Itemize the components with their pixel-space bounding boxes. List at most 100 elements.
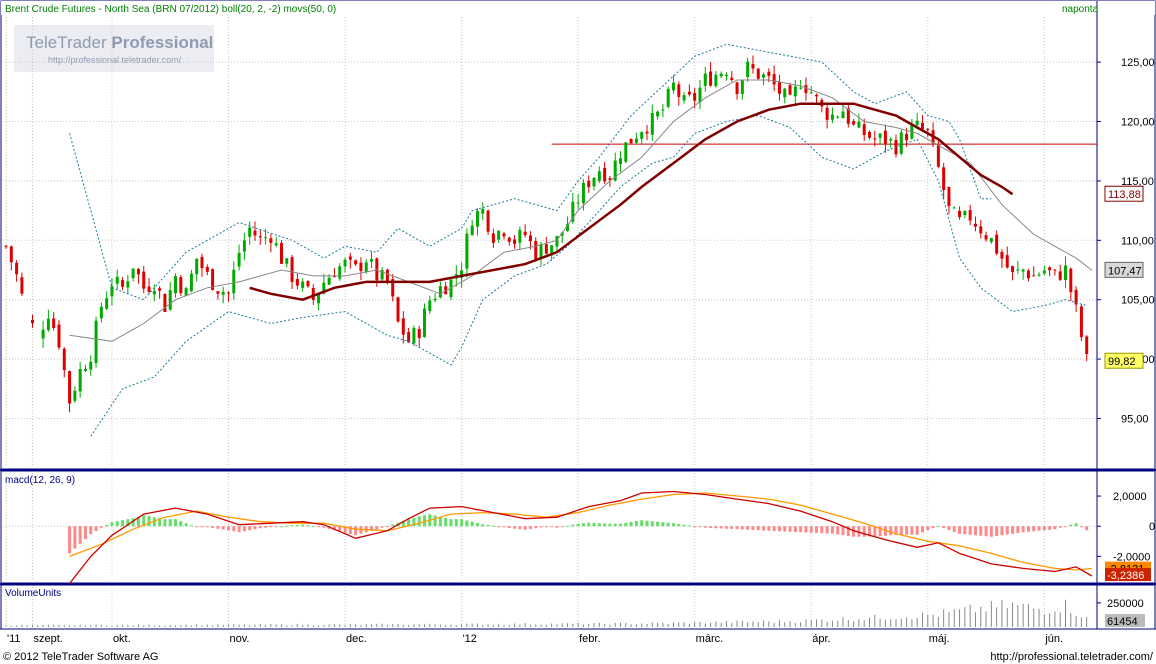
macd-histogram-negative: [809, 526, 813, 533]
chart-title: Brent Crude Futures - North Sea (BRN 07/…: [5, 4, 336, 15]
macd-histogram-negative: [205, 526, 209, 528]
macd-histogram-negative: [793, 526, 797, 532]
macd-histogram-positive: [581, 523, 585, 527]
macd-histogram-negative: [799, 526, 803, 533]
macd-histogram-negative: [724, 526, 728, 529]
macd-histogram-negative: [216, 526, 220, 529]
macd-histogram-negative: [899, 526, 903, 535]
candle-down: [936, 144, 940, 167]
candle-up: [719, 73, 723, 77]
candle-down: [693, 93, 697, 101]
macd-histogram-positive: [677, 523, 681, 527]
candle-down: [306, 281, 310, 287]
candle-down: [523, 231, 527, 236]
macd-histogram-negative: [322, 526, 326, 528]
candle-up: [518, 229, 522, 243]
macd-histogram-negative: [931, 526, 935, 529]
candle-up: [174, 276, 178, 294]
candle-up: [899, 132, 903, 154]
candle-down: [534, 241, 538, 260]
candle-down: [735, 82, 739, 95]
macd-histogram-negative: [947, 526, 951, 530]
candle-down: [709, 71, 713, 86]
macd-histogram-negative: [1053, 526, 1057, 530]
candle-down: [1032, 275, 1036, 277]
candle-down: [767, 71, 771, 76]
candle-up: [793, 86, 797, 97]
watermark-brand: TeleTrader Professional: [26, 33, 213, 52]
macd-histogram-positive: [444, 517, 448, 527]
macd-histogram-positive: [110, 522, 114, 527]
macd-histogram-positive: [629, 521, 633, 527]
candle-down: [348, 256, 352, 260]
candle-down: [751, 64, 755, 69]
macd-histogram-negative: [1000, 526, 1004, 536]
candle-up: [539, 243, 543, 259]
macd-histogram-positive: [571, 524, 575, 527]
macd-histogram-negative: [1042, 526, 1046, 531]
macd-histogram-negative: [1021, 526, 1025, 533]
macd-histogram-negative: [973, 526, 977, 536]
candle-down: [947, 186, 951, 207]
macd-histogram-positive: [295, 524, 299, 527]
macd-histogram-negative: [248, 526, 252, 531]
macd-histogram-negative: [804, 526, 808, 533]
candle-up: [809, 92, 813, 94]
candle-down: [407, 332, 411, 343]
macd-histogram-negative: [825, 526, 829, 534]
time-axis-tick-label: nov.: [229, 633, 249, 645]
candle-up: [783, 88, 787, 98]
candle-down: [788, 85, 792, 95]
frequency-label[interactable]: naponta: [1062, 4, 1099, 15]
macd-histogram-positive: [687, 525, 691, 527]
macd-histogram-negative: [497, 526, 501, 528]
candle-up: [481, 208, 485, 214]
macd-histogram-positive: [417, 516, 421, 527]
candle-down: [290, 257, 294, 282]
candle-down: [687, 91, 691, 95]
candle-down: [375, 258, 379, 281]
candle-up: [131, 268, 135, 279]
candle-up: [248, 227, 252, 237]
candle-up: [619, 158, 623, 165]
time-axis-tick-label: febr.: [579, 633, 600, 645]
time-axis-tick-label: ápr.: [812, 633, 830, 645]
candle-down: [200, 256, 204, 268]
macd-histogram-negative: [83, 526, 87, 540]
macd-histogram-negative: [264, 526, 268, 528]
macd-histogram-negative: [714, 526, 718, 529]
macd-histogram-negative: [693, 526, 697, 528]
chart-canvas[interactable]: TeleTrader Professional http://professio…: [0, 0, 1156, 664]
price-axis-tick-label: 125,00: [1121, 57, 1155, 69]
time-axis-tick-label: máj.: [929, 633, 950, 645]
candle-down: [1000, 251, 1004, 259]
macd-histogram-positive: [391, 524, 395, 527]
candle-down: [1058, 271, 1062, 280]
candle-up: [650, 112, 654, 135]
candle-up: [264, 237, 268, 239]
candle-up: [1042, 270, 1046, 274]
candle-down: [645, 131, 649, 134]
candle-down: [20, 277, 24, 294]
macd-histogram-negative: [385, 526, 389, 528]
macd-histogram-positive: [174, 519, 178, 527]
macd-axis-tick-label: 0: [1149, 521, 1155, 533]
footer-url[interactable]: http://professional.teletrader.com/: [990, 651, 1154, 663]
macd-histogram-negative: [1064, 526, 1068, 528]
candle-up: [343, 259, 347, 267]
macd-histogram-positive: [179, 521, 183, 527]
macd-histogram-negative: [253, 526, 257, 530]
candle-down: [804, 85, 808, 94]
candle-up: [915, 120, 919, 126]
candle-down: [226, 292, 230, 294]
macd-histogram-negative: [942, 526, 946, 529]
candle-down: [179, 277, 183, 294]
macd-histogram-positive: [105, 524, 109, 527]
macd-histogram-negative: [1011, 526, 1015, 534]
candle-up: [221, 291, 225, 295]
price-axis-tick-label: 110,00: [1121, 235, 1154, 247]
macd-histogram-positive: [603, 523, 607, 527]
macd-histogram-positive: [481, 524, 485, 527]
macd-histogram-negative: [984, 526, 988, 537]
candle-down: [417, 329, 421, 338]
